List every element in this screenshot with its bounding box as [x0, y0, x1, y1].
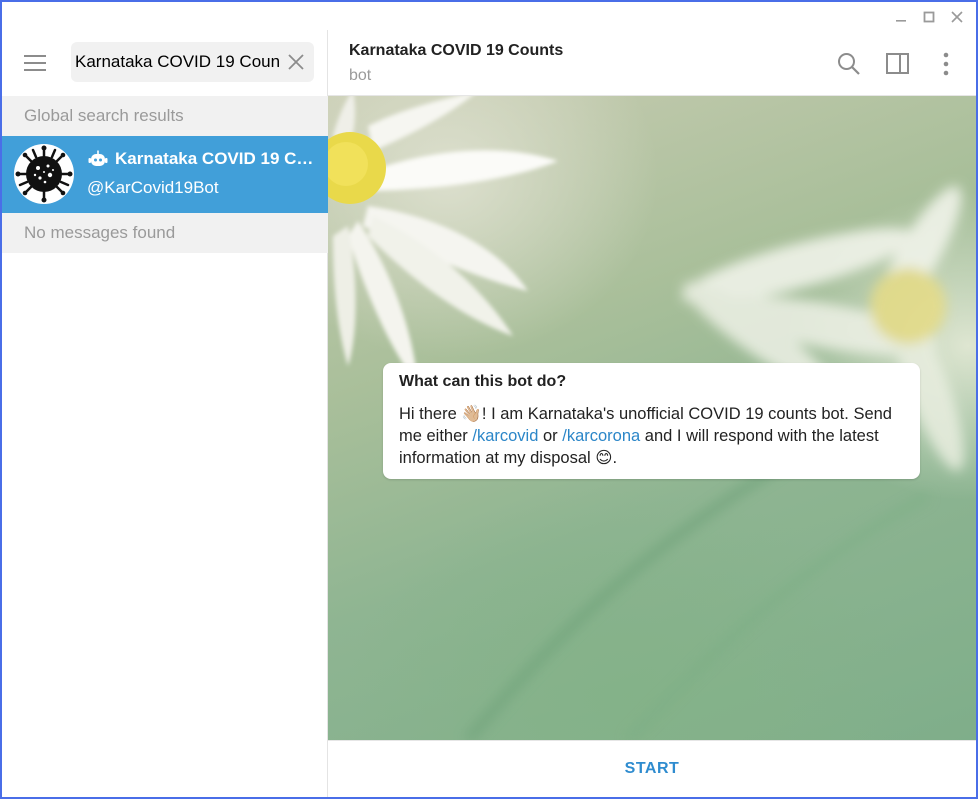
bubble-text: Hi there 👋🏼! I am Karnataka's unofficial…	[399, 403, 904, 469]
chat-status: bot	[349, 67, 372, 84]
result-name: Karnataka COVID 19 Cou...	[115, 149, 319, 168]
start-button[interactable]: START	[625, 760, 680, 778]
maximize-icon[interactable]	[916, 6, 942, 28]
chat-panel: Karnataka COVID 19 Counts bot What can t…	[328, 30, 976, 797]
chat-background: What can this bot do? Hi there 👋🏼! I am …	[328, 96, 976, 740]
search-box	[71, 42, 314, 82]
left-top-bar	[2, 30, 328, 96]
more-options-icon[interactable]	[933, 51, 959, 77]
bot-icon	[87, 149, 109, 169]
bubble-text-part: .	[612, 449, 618, 467]
result-title: Karnataka COVID 19 Cou...	[87, 148, 319, 170]
karcorona-command-link[interactable]: /karcorona	[562, 427, 640, 445]
bottom-bar: START	[328, 740, 976, 797]
search-icon[interactable]	[836, 51, 862, 77]
bubble-text-part: or	[538, 427, 563, 445]
chat-header[interactable]: Karnataka COVID 19 Counts bot	[328, 30, 976, 96]
chat-title: Karnataka COVID 19 Counts	[349, 42, 564, 59]
search-input[interactable]	[71, 42, 281, 82]
close-icon[interactable]	[944, 6, 970, 28]
karcovid-command-link[interactable]: /karcovid	[472, 427, 538, 445]
global-search-results-header: Global search results	[2, 96, 328, 136]
minimize-icon[interactable]	[888, 6, 914, 28]
hamburger-menu-icon[interactable]	[22, 52, 48, 74]
bubble-title: What can this bot do?	[399, 373, 567, 390]
sidebar-toggle-icon[interactable]	[885, 51, 911, 77]
bot-description-bubble: What can this bot do? Hi there 👋🏼! I am …	[383, 363, 920, 479]
title-bar	[2, 2, 976, 30]
bubble-text-part: Hi there	[399, 405, 462, 423]
telegram-window: Global search results	[0, 0, 978, 799]
left-panel: Global search results	[2, 30, 328, 797]
wave-emoji-icon: 👋🏼	[461, 404, 482, 423]
search-result-item[interactable]: Karnataka COVID 19 Cou... @KarCovid19Bot	[2, 136, 328, 213]
no-messages-header: No messages found	[2, 213, 328, 253]
avatar	[14, 144, 74, 204]
smile-emoji-icon: 😊	[595, 448, 613, 467]
result-username: @KarCovid19Bot	[87, 178, 219, 197]
clear-search-icon[interactable]	[286, 52, 306, 72]
